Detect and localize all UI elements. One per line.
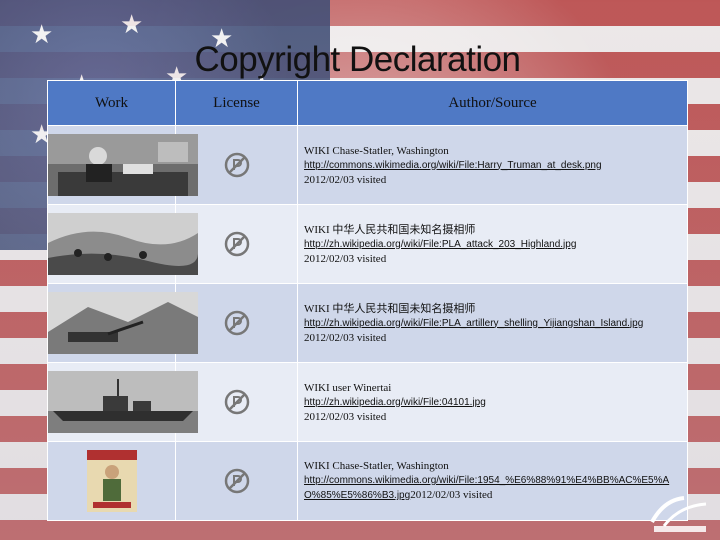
source-author: WIKI user Winertai (304, 381, 392, 394)
visited-date: 2012/02/03 visited (304, 331, 387, 344)
source-link[interactable]: http://commons.wikimedia.org/wiki/File:H… (304, 160, 602, 171)
ocw-logo (650, 496, 707, 532)
photo-pla-artillery (48, 292, 198, 354)
column-header-work: Work (47, 80, 176, 126)
source-author: WIKI Chase-Statler, Washington (304, 460, 449, 472)
license-cell (175, 441, 298, 521)
source-author: WIKI 中华人民共和国未知名摄相师 (304, 302, 476, 315)
column-header-license: License (175, 80, 298, 126)
source-author: WIKI 中华人民共和国未知名摄相师 (304, 223, 476, 236)
public-domain-icon (224, 231, 249, 257)
photo-warship (48, 371, 198, 433)
work-cell (47, 204, 198, 284)
source-cell: WIKI user Winertai http://zh.wikipedia.o… (297, 362, 688, 442)
work-cell (47, 125, 198, 205)
source-author: WIKI Chase-Statler, Washington (304, 144, 449, 157)
visited-date: 2012/02/03 visited (410, 489, 493, 501)
source-cell: WIKI 中华人民共和国未知名摄相师 http://zh.wikipedia.o… (297, 283, 688, 363)
table-row: WIKI Chase-Statler, Washington http://co… (47, 441, 688, 521)
public-domain-icon (224, 152, 249, 178)
work-cell (47, 283, 198, 363)
photo-truman-desk (48, 134, 198, 196)
visited-date: 2012/02/03 visited (304, 252, 387, 265)
source-link[interactable]: http://zh.wikipedia.org/wiki/File:04101.… (304, 397, 486, 408)
source-cell: WIKI 中华人民共和国未知名摄相师 http://zh.wikipedia.o… (297, 204, 688, 284)
copyright-table: Work License Author/Source WIKI Chase-St… (47, 80, 688, 521)
page-title: Copyright Declaration (194, 40, 521, 79)
poster-propaganda (86, 450, 137, 512)
photo-pla-attack (48, 213, 198, 275)
work-cell (47, 362, 198, 442)
visited-date: 2012/02/03 visited (304, 173, 387, 186)
visited-date: 2012/02/03 visited (304, 410, 387, 423)
work-cell (47, 441, 176, 521)
public-domain-icon (224, 468, 249, 494)
table-row: WIKI Chase-Statler, Washington http://co… (47, 125, 688, 205)
table-row: WIKI 中华人民共和国未知名摄相师 http://zh.wikipedia.o… (47, 283, 688, 363)
source-cell: WIKI Chase-Statler, Washington http://co… (297, 125, 688, 205)
public-domain-icon (224, 389, 249, 415)
source-link[interactable]: http://zh.wikipedia.org/wiki/File:PLA_at… (304, 239, 576, 250)
public-domain-icon (224, 310, 249, 336)
source-link[interactable]: http://zh.wikipedia.org/wiki/File:PLA_ar… (304, 318, 643, 329)
column-header-source: Author/Source (297, 80, 688, 126)
source-cell: WIKI Chase-Statler, Washington http://co… (297, 441, 688, 521)
table-row: WIKI 中华人民共和国未知名摄相师 http://zh.wikipedia.o… (47, 204, 688, 284)
table-header-row: Work License Author/Source (47, 80, 688, 126)
table-row: WIKI user Winertai http://zh.wikipedia.o… (47, 362, 688, 442)
